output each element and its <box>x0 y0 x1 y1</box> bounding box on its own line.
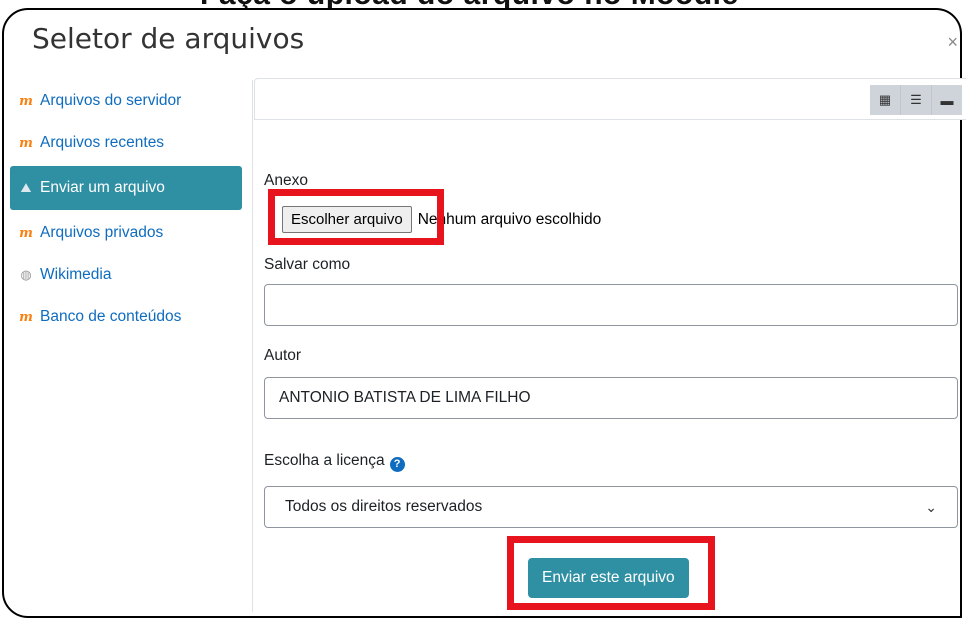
license-label: Escolha a licença <box>264 452 385 469</box>
moodle-icon: m <box>19 135 33 151</box>
wikimedia-icon: ◍ <box>20 267 32 282</box>
sidebar-item-label: Banco de conteúdos <box>40 308 182 325</box>
grid-view-icon[interactable]: ▦ <box>870 85 900 115</box>
upload-submit-button[interactable]: Enviar este arquivo <box>528 558 689 598</box>
license-selected-value: Todos os direitos reservados <box>285 498 483 515</box>
file-view-toolbar: ▦ ☰ ▬ <box>254 78 966 120</box>
file-chooser: Escolher arquivo Nenhum arquivo escolhid… <box>282 206 601 233</box>
author-input[interactable] <box>264 377 958 419</box>
dialog-title: Seletor de arquivos <box>32 22 305 55</box>
repository-sidebar: m Arquivos do servidor m Arquivos recent… <box>10 80 242 338</box>
help-icon[interactable]: ? <box>389 456 405 472</box>
close-icon[interactable]: × <box>947 32 958 53</box>
author-label: Autor <box>264 347 302 364</box>
sidebar-item-recent-files[interactable]: m Arquivos recentes <box>10 122 242 164</box>
sidebar-item-content-bank[interactable]: m Banco de conteúdos <box>10 296 242 338</box>
save-as-label: Salvar como <box>264 256 351 273</box>
choose-file-button[interactable]: Escolher arquivo <box>282 206 412 233</box>
sidebar-item-label: Arquivos do servidor <box>40 92 182 109</box>
sidebar-item-server-files[interactable]: m Arquivos do servidor <box>10 80 242 122</box>
view-switcher: ▦ ☰ ▬ <box>870 85 962 115</box>
license-label-row: Escolha a licença? <box>264 452 405 472</box>
save-as-input[interactable] <box>264 284 958 326</box>
content-divider <box>252 80 253 612</box>
moodle-icon: m <box>19 309 33 325</box>
attachment-label: Anexo <box>264 172 308 189</box>
sidebar-item-label: Enviar um arquivo <box>40 179 165 196</box>
list-view-icon[interactable]: ☰ <box>900 85 931 115</box>
sidebar-item-label: Arquivos recentes <box>40 134 165 151</box>
sidebar-item-label: Arquivos privados <box>40 224 164 241</box>
file-status-text: Nenhum arquivo escolhido <box>417 210 602 228</box>
moodle-icon: m <box>19 93 33 109</box>
folder-view-icon[interactable]: ▬ <box>931 85 962 115</box>
sidebar-item-private-files[interactable]: m Arquivos privados <box>10 212 242 254</box>
upload-icon: ⛰ <box>20 180 32 195</box>
sidebar-item-label: Wikimedia <box>40 266 112 283</box>
chevron-down-icon: ⌄ <box>925 498 937 515</box>
license-select[interactable]: Todos os direitos reservados ⌄ <box>264 486 958 528</box>
sidebar-item-wikimedia[interactable]: ◍ Wikimedia <box>10 254 242 296</box>
sidebar-item-upload-file[interactable]: ⛰ Enviar um arquivo <box>10 166 242 210</box>
moodle-icon: m <box>19 225 33 241</box>
